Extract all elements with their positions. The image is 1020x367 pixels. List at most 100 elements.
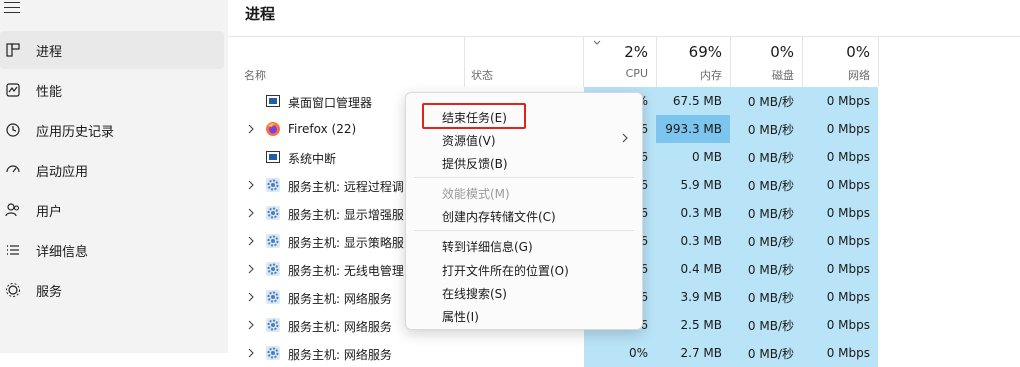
gear-icon [266, 346, 280, 360]
menu-separator [414, 177, 634, 178]
menu-item-go-to-details[interactable]: 转到详细信息(G) [442, 238, 533, 255]
menu-item-resource-values[interactable]: 资源值(V) [442, 132, 496, 149]
gear-icon [266, 262, 280, 276]
chevron-right-icon[interactable] [248, 348, 254, 358]
process-name: 服务主机: 网络服务 [288, 348, 392, 362]
sidebar-item-app-history[interactable]: 应用历史记录 [0, 111, 224, 149]
column-header-memory[interactable]: 69% 内存 [656, 37, 730, 87]
chevron-right-icon[interactable] [248, 264, 254, 274]
column-header-disk[interactable]: 0% 磁盘 [730, 37, 802, 87]
divider [878, 37, 879, 87]
memory-cell: 67.5 MB [656, 87, 730, 115]
memory-cell: 3.9 MB [656, 283, 730, 311]
column-label: 名称 [244, 69, 266, 82]
menu-item-search-online[interactable]: 在线搜索(S) [442, 285, 507, 302]
gear-icon [266, 178, 280, 192]
network-cell: 0 Mbps [802, 115, 878, 143]
chevron-right-icon[interactable] [248, 208, 254, 218]
disk-cell: 0 MB/秒 [730, 115, 802, 143]
memory-cell: 0.3 MB [656, 227, 730, 255]
window-icon [266, 95, 280, 107]
menu-item-efficiency-mode: 效能模式(M) [442, 187, 510, 201]
column-header-status[interactable]: 状态 [455, 37, 583, 87]
disk-cell: 0 MB/秒 [730, 143, 802, 171]
menu-item-provide-feedback[interactable]: 提供反馈(B) [442, 155, 508, 172]
processes-icon [6, 43, 20, 57]
chevron-right-icon[interactable] [248, 292, 254, 302]
network-cell: 0 Mbps [802, 339, 878, 367]
startup-icon [6, 165, 20, 173]
network-cell: 0 Mbps [802, 171, 878, 199]
menu-separator [414, 230, 634, 231]
sidebar-item-users[interactable]: 用户 [0, 191, 224, 229]
sidebar-item-processes[interactable]: 进程 [0, 31, 224, 69]
column-header-cpu[interactable]: 2% CPU [584, 37, 656, 87]
sidebar-item-performance[interactable]: 性能 [0, 71, 224, 109]
sidebar: 进程 性能 应用历史记录 启动应用 用户 详细信息 服务 [0, 0, 228, 353]
network-cell: 0 Mbps [802, 199, 878, 227]
sidebar-item-label: 性能 [36, 84, 63, 100]
chevron-right-icon[interactable] [248, 320, 254, 330]
disk-cell: 0 MB/秒 [730, 199, 802, 227]
chevron-right-icon[interactable] [248, 180, 254, 190]
process-name: 系统中断 [288, 152, 337, 166]
network-total-percent: 0% [846, 43, 870, 61]
gear-icon [266, 318, 280, 332]
services-icon [6, 283, 20, 297]
disk-cell: 0 MB/秒 [730, 339, 802, 367]
table-row[interactable]: 服务主机: 网络服务 0% 2.7 MB 0 MB/秒 0 Mbps [228, 339, 1020, 367]
hamburger-menu-icon[interactable] [4, 2, 20, 14]
column-label: 网络 [848, 69, 870, 82]
memory-cell: 993.3 MB [656, 115, 730, 143]
process-name: Firefox (22) [288, 122, 357, 136]
column-label: 状态 [471, 69, 493, 82]
process-name: 服务主机: 网络服务 [288, 292, 392, 306]
disk-total-percent: 0% [770, 43, 794, 61]
process-name: 服务主机: 显示策略服 [288, 236, 404, 250]
app-history-icon [6, 123, 20, 137]
menu-item-end-task[interactable]: 结束任务(E) [442, 109, 507, 126]
sidebar-item-startup[interactable]: 启动应用 [0, 151, 224, 189]
gear-icon [266, 206, 280, 220]
window-icon [266, 151, 280, 163]
disk-cell: 0 MB/秒 [730, 311, 802, 339]
chevron-right-icon[interactable] [248, 236, 254, 246]
process-name: 服务主机: 无线电管理 [288, 264, 404, 278]
column-label: 磁盘 [772, 69, 794, 82]
memory-total-percent: 69% [688, 43, 722, 61]
performance-icon [6, 83, 20, 97]
memory-cell: 2.7 MB [656, 339, 730, 367]
gear-icon [266, 290, 280, 304]
chevron-right-icon[interactable] [248, 124, 254, 134]
memory-cell: 0.3 MB [656, 199, 730, 227]
disk-cell: 0 MB/秒 [730, 227, 802, 255]
menu-item-properties[interactable]: 属性(I) [442, 308, 479, 325]
menu-item-create-dump-file[interactable]: 创建内存转储文件(C) [442, 208, 556, 225]
sidebar-item-services[interactable]: 服务 [0, 271, 224, 309]
sidebar-item-label: 应用历史记录 [36, 124, 115, 140]
sidebar-item-label: 用户 [36, 204, 63, 220]
network-cell: 0 Mbps [802, 143, 878, 171]
process-name: 服务主机: 网络服务 [288, 320, 392, 334]
menu-item-open-file-location[interactable]: 打开文件所在的位置(O) [442, 262, 569, 279]
disk-cell: 0 MB/秒 [730, 255, 802, 283]
disk-cell: 0 MB/秒 [730, 87, 802, 115]
cpu-total-percent: 2% [624, 43, 648, 61]
column-header-network[interactable]: 0% 网络 [802, 37, 878, 87]
network-cell: 0 Mbps [802, 255, 878, 283]
column-header-name[interactable]: 名称 [228, 37, 464, 87]
gear-icon [266, 234, 280, 248]
sidebar-item-details[interactable]: 详细信息 [0, 231, 224, 269]
network-cell: 0 Mbps [802, 283, 878, 311]
details-icon [7, 245, 19, 255]
cpu-cell: 0% [584, 339, 656, 367]
process-name: 服务主机: 显示增强服 [288, 208, 404, 222]
memory-cell: 0 MB [656, 143, 730, 171]
column-label: CPU [625, 67, 648, 80]
network-cell: 0 Mbps [802, 227, 878, 255]
memory-cell: 5.9 MB [656, 171, 730, 199]
memory-cell: 0.4 MB [656, 255, 730, 283]
sidebar-item-label: 服务 [36, 284, 63, 300]
process-name: 桌面窗口管理器 [288, 96, 373, 110]
sidebar-item-label: 进程 [36, 44, 63, 60]
